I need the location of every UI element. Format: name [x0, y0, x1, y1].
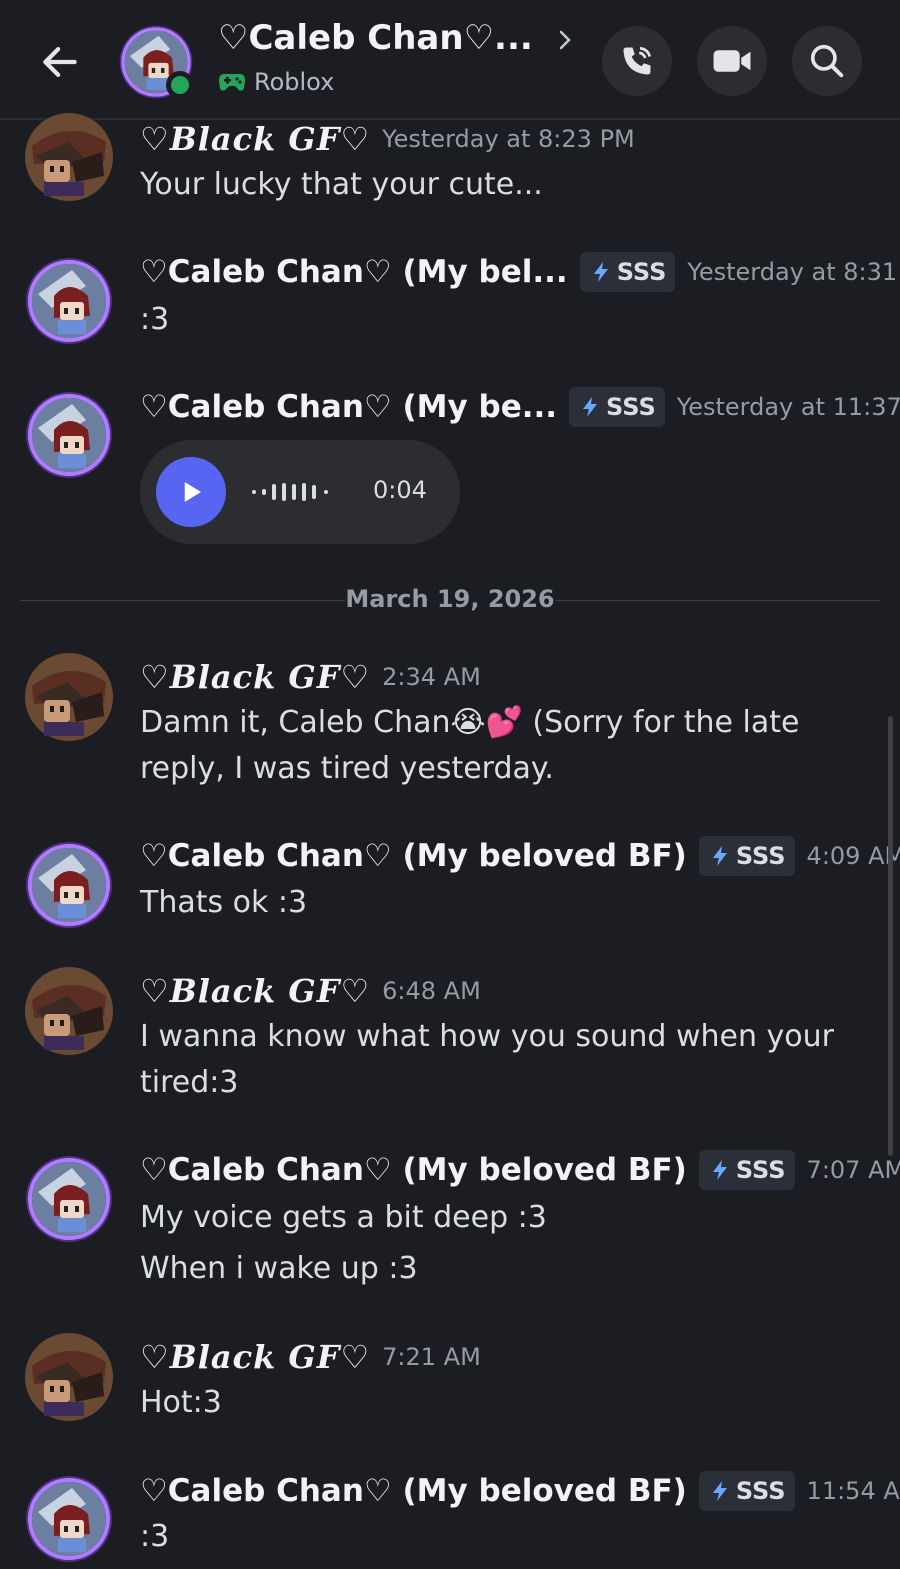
search-button[interactable]: [792, 26, 862, 96]
channel-title[interactable]: ♡Caleb Chan♡...: [218, 18, 533, 58]
message-header: ♡Caleb Chan♡ (My be... SSS Yesterday at …: [140, 387, 900, 427]
phone-call-icon: [623, 46, 652, 75]
lightning-bolt-icon: [708, 1479, 732, 1503]
message-timestamp: 11:54 AM: [806, 1477, 900, 1505]
activity-status: Roblox: [218, 68, 334, 96]
author-name[interactable]: ♡Caleb Chan♡ (My be...: [140, 389, 557, 425]
clan-tag-label: SSS: [735, 1156, 786, 1184]
author-name[interactable]: ♡𝑩𝒍𝒂𝒄𝒌 𝑮𝑭♡: [140, 1338, 370, 1376]
message-text: Hot:3: [140, 1385, 222, 1420]
lightning-bolt-icon: [578, 395, 602, 419]
avatar[interactable]: [24, 1332, 114, 1422]
activity-label: Roblox: [254, 68, 335, 96]
author-name[interactable]: ♡𝑩𝒍𝒂𝒄𝒌 𝑮𝑭♡: [140, 972, 370, 1010]
message-timestamp: Yesterday at 8:31 PM: [687, 258, 900, 286]
message-timestamp: 7:07 AM: [806, 1156, 900, 1184]
avatar[interactable]: [24, 1154, 114, 1244]
online-status-indicator: [166, 71, 194, 99]
scrollbar[interactable]: [888, 716, 893, 1156]
message-timestamp: 2:34 AM: [382, 663, 481, 691]
lightning-bolt-icon: [708, 844, 732, 868]
message-text: :3: [140, 302, 170, 337]
clan-tag-label: SSS: [735, 842, 786, 870]
author-name[interactable]: ♡𝑩𝒍𝒂𝒄𝒌 𝑮𝑭♡: [140, 120, 370, 158]
arrow-left-icon: [43, 47, 77, 77]
message-header: ♡Caleb Chan♡ (My beloved BF) SSS 7:07 AM: [140, 1150, 900, 1190]
chevron-right-icon[interactable]: [553, 28, 577, 52]
avatar[interactable]: [24, 256, 114, 346]
message-text: Thats ok :3: [140, 885, 308, 920]
message-timestamp: Yesterday at 8:23 PM: [382, 125, 635, 153]
video-camera-icon: [713, 50, 751, 72]
message-timestamp: 7:21 AM: [382, 1343, 481, 1371]
message-text: :3: [140, 1519, 170, 1554]
clan-tag-badge[interactable]: SSS: [698, 1150, 795, 1190]
avatar[interactable]: [24, 112, 114, 202]
voice-call-button[interactable]: [602, 26, 672, 96]
message-timestamp: Yesterday at 11:37 PM: [676, 393, 900, 421]
message-header: ♡Caleb Chan♡ (My beloved BF) SSS 11:54 A…: [140, 1471, 900, 1511]
author-name[interactable]: ♡Caleb Chan♡ (My bel...: [140, 254, 568, 290]
message-header: ♡𝑩𝒍𝒂𝒄𝒌 𝑮𝑭♡ 7:21 AM: [140, 1338, 481, 1376]
clan-tag-badge[interactable]: SSS: [698, 1471, 795, 1511]
lightning-bolt-icon: [589, 260, 613, 284]
message-timestamp: 4:09 AM: [806, 842, 900, 870]
avatar[interactable]: [24, 840, 114, 930]
play-icon: [184, 482, 201, 502]
clan-tag-badge[interactable]: SSS: [569, 387, 665, 427]
message-text: My voice gets a bit deep :3: [140, 1200, 547, 1235]
avatar[interactable]: [24, 966, 114, 1056]
author-name[interactable]: ♡Caleb Chan♡ (My beloved BF): [140, 838, 687, 874]
gamepad-icon: [219, 74, 245, 91]
avatar[interactable]: [24, 390, 114, 480]
search-icon: [810, 44, 844, 78]
voice-duration: 0:04: [373, 476, 427, 504]
play-button[interactable]: [156, 457, 226, 527]
lightning-bolt-icon: [708, 1158, 732, 1182]
date-divider: March 19, 2026: [345, 585, 555, 613]
message-text: Damn it, Caleb Chan😭💕 (Sorry for the lat…: [140, 705, 800, 786]
message-header: ♡𝑩𝒍𝒂𝒄𝒌 𝑮𝑭♡ 2:34 AM: [140, 658, 481, 696]
author-name[interactable]: ♡𝑩𝒍𝒂𝒄𝒌 𝑮𝑭♡: [140, 658, 370, 696]
avatar[interactable]: [24, 652, 114, 742]
message-text: I wanna know what how you sound when you…: [140, 1019, 834, 1100]
message-header: ♡Caleb Chan♡ (My bel... SSS Yesterday at…: [140, 252, 900, 292]
message-text: When i wake up :3: [140, 1251, 418, 1286]
clan-tag-label: SSS: [735, 1477, 786, 1505]
clan-tag-badge[interactable]: SSS: [698, 836, 795, 876]
video-call-button[interactable]: [697, 26, 767, 96]
voice-message: 0:04: [140, 440, 460, 544]
author-name[interactable]: ♡Caleb Chan♡ (My beloved BF): [140, 1473, 687, 1509]
clan-tag-label: SSS: [616, 258, 667, 286]
message-header: ♡𝑩𝒍𝒂𝒄𝒌 𝑮𝑭♡ 6:48 AM: [140, 972, 481, 1010]
clan-tag-label: SSS: [606, 393, 656, 421]
message-header: ♡Caleb Chan♡ (My beloved BF) SSS 4:09 AM: [140, 836, 900, 876]
chat-header: ♡Caleb Chan♡... Roblox: [0, 0, 900, 120]
back-button[interactable]: [36, 38, 84, 86]
avatar[interactable]: [24, 1474, 114, 1564]
author-name[interactable]: ♡Caleb Chan♡ (My beloved BF): [140, 1152, 687, 1188]
clan-tag-badge[interactable]: SSS: [579, 252, 676, 292]
waveform-icon[interactable]: [250, 478, 360, 506]
message-text: Your lucky that your cute...: [140, 167, 543, 202]
message-timestamp: 6:48 AM: [382, 977, 481, 1005]
message-header: ♡𝑩𝒍𝒂𝒄𝒌 𝑮𝑭♡ Yesterday at 8:23 PM: [140, 120, 635, 158]
